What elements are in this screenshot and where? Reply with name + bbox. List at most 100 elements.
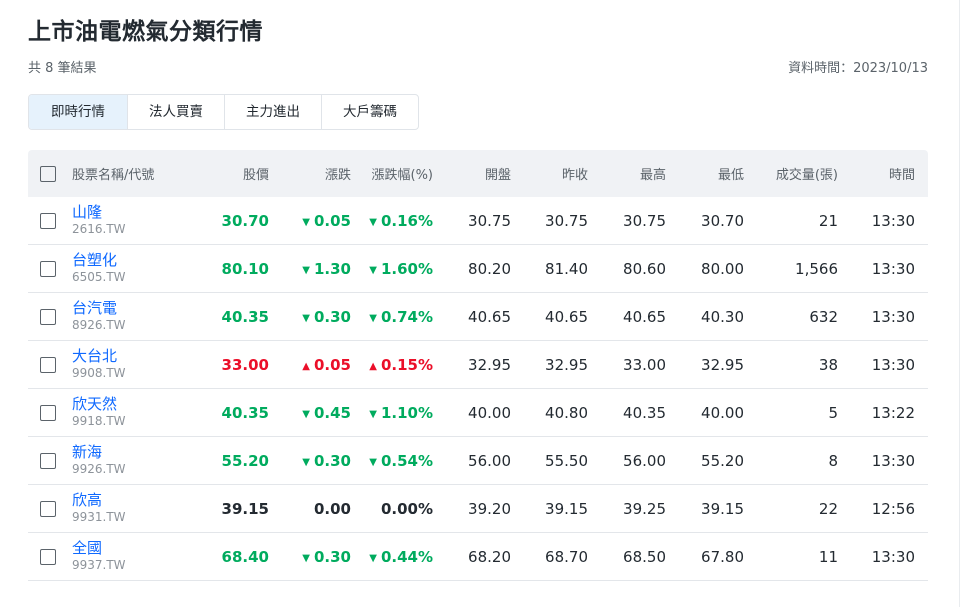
change-value: 0.05 [313, 211, 351, 230]
high-cell: 39.25 [623, 499, 666, 518]
high-cell: 80.60 [623, 259, 666, 278]
header-change[interactable]: 漲跌 [269, 164, 351, 183]
stock-name-link[interactable]: 新海 [72, 444, 206, 461]
header-volume[interactable]: 成交量(張) [744, 164, 838, 183]
stock-cell: 新海 9926.TW [72, 444, 206, 477]
change-pct-value: 0.74% [380, 307, 433, 326]
stock-cell: 山隆 2616.TW [72, 204, 206, 237]
change-pct-value: 1.60% [380, 259, 433, 278]
row-checkbox[interactable] [40, 213, 56, 229]
row-checkbox[interactable] [40, 357, 56, 373]
open-cell: 40.00 [468, 403, 511, 422]
low-cell: 80.00 [701, 259, 744, 278]
low-cell: 67.80 [701, 547, 744, 566]
row-checkbox[interactable] [40, 261, 56, 277]
volume-cell: 11 [818, 547, 838, 566]
stock-cell: 台塑化 6505.TW [72, 252, 206, 285]
header-open[interactable]: 開盤 [433, 164, 511, 183]
volume-cell: 21 [818, 211, 838, 230]
price-cell: 40.35 [221, 307, 269, 326]
change-pct-cell: ▼ 0.16% [351, 212, 433, 230]
row-select-cell [28, 356, 72, 374]
change-pct-value: 0.00% [380, 499, 433, 518]
table-row[interactable]: 台塑化 6505.TW 80.10 ▼ 1.30 ▼ 1.60% 80.20 81.40 80.6… [28, 245, 928, 293]
change-cell: ▼ 0.30 [269, 548, 351, 566]
page-edge-divider [959, 0, 960, 607]
price-cell: 80.10 [221, 259, 269, 278]
price-cell: 40.35 [221, 403, 269, 422]
row-select-cell [28, 212, 72, 230]
stock-name-link[interactable]: 台汽電 [72, 300, 206, 317]
stock-cell: 欣高 9931.TW [72, 492, 206, 525]
change-pct-cell: ▼ 1.10% [351, 404, 433, 422]
table-row[interactable]: 欣天然 9918.TW 40.35 ▼ 0.45 ▼ 1.10% 40.00 40.80 40.3… [28, 389, 928, 437]
header-prev-close[interactable]: 昨收 [511, 164, 588, 183]
table-header-row: 股票名稱/代號 股價 漲跌 漲跌幅(%) 開盤 昨收 最高 最低 成交量(張) … [28, 150, 928, 197]
select-all-checkbox[interactable] [40, 165, 56, 182]
table-row[interactable]: 全國 9937.TW 68.40 ▼ 0.30 ▼ 0.44% 68.20 68.70 68.50… [28, 533, 928, 581]
time-cell: 13:30 [871, 451, 915, 470]
time-cell: 13:22 [871, 403, 915, 422]
tab-institutional-trading[interactable]: 法人買賣 [127, 95, 224, 129]
volume-cell: 38 [818, 355, 838, 374]
triangle-down-icon: ▼ [369, 552, 377, 564]
header-high[interactable]: 最高 [588, 164, 666, 183]
table-body: 山隆 2616.TW 30.70 ▼ 0.05 ▼ 0.16% 30.75 30.75 30.75… [28, 197, 928, 581]
stock-cell: 全國 9937.TW [72, 540, 206, 573]
row-checkbox[interactable] [40, 549, 56, 565]
volume-cell: 22 [818, 499, 838, 518]
stock-name-link[interactable]: 全國 [72, 540, 206, 557]
table-row[interactable]: 欣高 9931.TW 39.15 0.00 0.00% 39.20 39.15 39.25 39… [28, 485, 928, 533]
triangle-down-icon: ▼ [369, 456, 377, 468]
quotes-table: 股票名稱/代號 股價 漲跌 漲跌幅(%) 開盤 昨收 最高 最低 成交量(張) … [28, 150, 928, 581]
header-time[interactable]: 時間 [838, 164, 915, 183]
stock-name-link[interactable]: 欣高 [72, 492, 206, 509]
prev-close-cell: 81.40 [545, 259, 588, 278]
triangle-down-icon: ▼ [302, 216, 310, 228]
row-select-cell [28, 404, 72, 422]
table-row[interactable]: 新海 9926.TW 55.20 ▼ 0.30 ▼ 0.54% 56.00 55.50 56.00… [28, 437, 928, 485]
data-timestamp: 資料時間：2023/10/13 [788, 61, 928, 76]
change-value: 1.30 [313, 259, 351, 278]
triangle-down-icon: ▼ [302, 552, 310, 564]
triangle-down-icon: ▼ [369, 264, 377, 276]
tab-large-holders[interactable]: 大戶籌碼 [321, 95, 418, 129]
row-select-cell [28, 308, 72, 326]
volume-cell: 1,566 [795, 259, 838, 278]
stock-name-link[interactable]: 山隆 [72, 204, 206, 221]
table-row[interactable]: 山隆 2616.TW 30.70 ▼ 0.05 ▼ 0.16% 30.75 30.75 30.75… [28, 197, 928, 245]
low-cell: 39.15 [701, 499, 744, 518]
header-change-pct[interactable]: 漲跌幅(%) [351, 164, 434, 183]
stock-symbol: 9908.TW [72, 366, 126, 380]
high-cell: 33.00 [623, 355, 666, 374]
tab-realtime-quotes[interactable]: 即時行情 [29, 95, 127, 129]
high-cell: 56.00 [623, 451, 666, 470]
prev-close-cell: 40.65 [545, 307, 588, 326]
stock-cell: 欣天然 9918.TW [72, 396, 206, 429]
change-cell: 0.00 [269, 500, 351, 518]
header-price[interactable]: 股價 [206, 164, 269, 183]
low-cell: 40.30 [701, 307, 744, 326]
header-low[interactable]: 最低 [666, 164, 744, 183]
header-name[interactable]: 股票名稱/代號 [72, 164, 206, 183]
change-value: 0.00 [313, 499, 351, 518]
tab-bar: 即時行情 法人買賣 主力進出 大戶籌碼 [28, 94, 419, 130]
row-checkbox[interactable] [40, 309, 56, 325]
open-cell: 40.65 [468, 307, 511, 326]
table-row[interactable]: 台汽電 8926.TW 40.35 ▼ 0.30 ▼ 0.74% 40.65 40.65 40.6… [28, 293, 928, 341]
stock-name-link[interactable]: 大台北 [72, 348, 206, 365]
row-checkbox[interactable] [40, 405, 56, 421]
tab-major-players[interactable]: 主力進出 [224, 95, 321, 129]
row-checkbox[interactable] [40, 501, 56, 517]
high-cell: 68.50 [623, 547, 666, 566]
table-row[interactable]: 大台北 9908.TW 33.00 ▲ 0.05 ▲ 0.15% 32.95 32.95 33.0… [28, 341, 928, 389]
change-pct-value: 0.54% [380, 451, 433, 470]
stock-name-link[interactable]: 台塑化 [72, 252, 206, 269]
stock-name-link[interactable]: 欣天然 [72, 396, 206, 413]
change-pct-value: 0.16% [380, 211, 433, 230]
row-checkbox[interactable] [40, 453, 56, 469]
stock-symbol: 9926.TW [72, 462, 126, 476]
time-cell: 13:30 [871, 307, 915, 326]
prev-close-cell: 39.15 [545, 499, 588, 518]
time-cell: 13:30 [871, 259, 915, 278]
